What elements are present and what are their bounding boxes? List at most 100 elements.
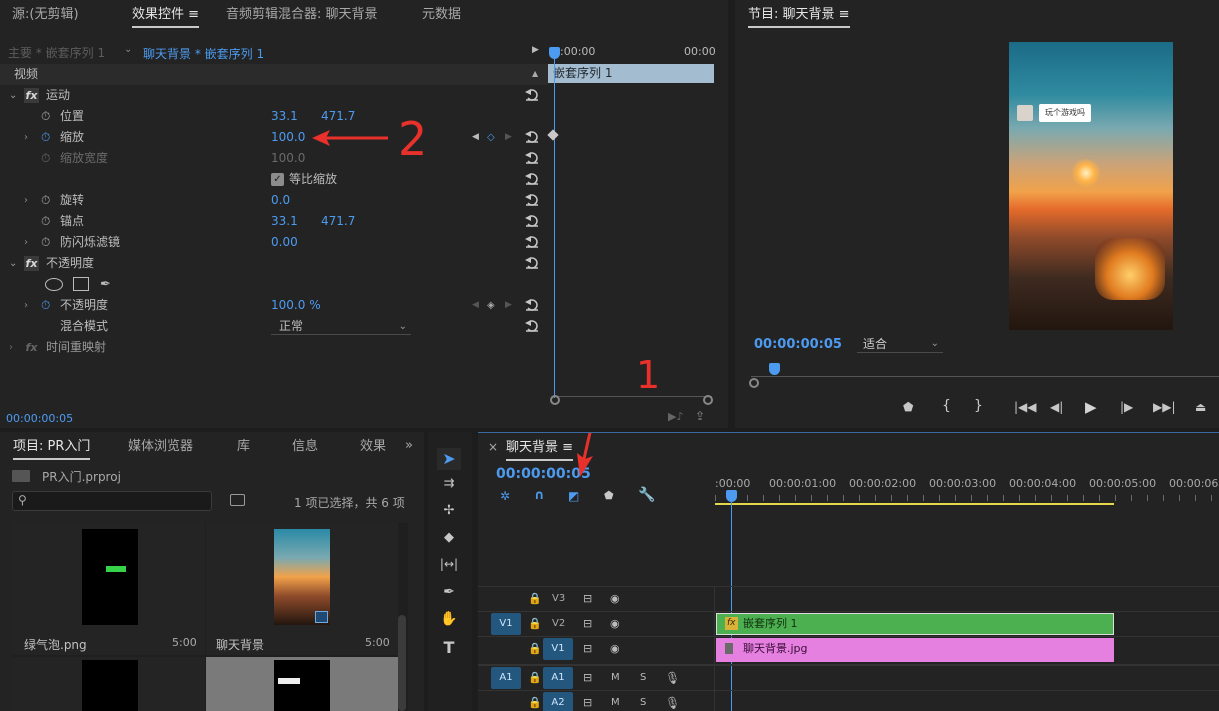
next-keyframe-icon[interactable]: ▶ bbox=[505, 295, 512, 316]
solo-button[interactable]: S bbox=[640, 666, 646, 690]
reset-icon[interactable] bbox=[525, 215, 539, 227]
master-clip-label[interactable]: 主要 * 嵌套序列 1 bbox=[8, 44, 105, 61]
snap-icon[interactable]: ∩ bbox=[534, 488, 545, 503]
prev-keyframe-icon[interactable]: ◀ bbox=[472, 127, 479, 148]
mini-playhead[interactable] bbox=[554, 52, 555, 398]
motion-row[interactable]: ⌄ fx 运动 bbox=[0, 85, 548, 106]
clip-nested-sequence[interactable]: fx 嵌套序列 1 bbox=[716, 613, 1114, 635]
reset-icon[interactable] bbox=[525, 89, 539, 101]
scroll-handle-left[interactable] bbox=[749, 378, 759, 388]
eye-icon[interactable]: ◉ bbox=[610, 612, 620, 636]
stopwatch-icon[interactable]: ⏱ bbox=[41, 106, 50, 127]
ellipse-mask-icon[interactable] bbox=[45, 278, 63, 291]
checkbox-checked-icon[interactable]: ✓ bbox=[271, 173, 284, 186]
effect-timecode[interactable]: 00:00:00:05 bbox=[6, 412, 73, 425]
lock-icon[interactable]: 🔒 bbox=[528, 691, 542, 711]
stopwatch-active-icon[interactable]: ⏱ bbox=[41, 127, 50, 148]
play-icon[interactable]: ▶ bbox=[1085, 398, 1097, 416]
mini-keyframe-marker[interactable] bbox=[547, 129, 559, 141]
expand-icon[interactable]: ⌄ bbox=[9, 85, 17, 106]
stopwatch-active-icon[interactable]: ⏱ bbox=[41, 295, 50, 316]
hand-tool-icon[interactable]: ✋ bbox=[437, 611, 461, 627]
timeline-ruler[interactable]: :00:00 00:00:01:00 00:00:02:00 00:00:03:… bbox=[715, 473, 1219, 505]
add-marker-icon[interactable]: ⬟ bbox=[903, 400, 913, 414]
source-patch-a1[interactable]: A1 bbox=[491, 667, 521, 689]
stopwatch-icon[interactable]: ⏱ bbox=[41, 190, 50, 211]
sync-lock-icon[interactable]: ⊟ bbox=[583, 612, 592, 636]
expand-icon[interactable]: › bbox=[24, 127, 28, 148]
expand-icon[interactable]: › bbox=[24, 190, 28, 211]
add-keyframe-icon[interactable]: ◇ bbox=[487, 127, 495, 148]
opacity-row[interactable]: › ⏱ 不透明度 100.0 % ◀ ◈ ▶ bbox=[0, 295, 548, 316]
expand-icon[interactable]: › bbox=[9, 337, 13, 358]
more-panels-icon[interactable]: » bbox=[405, 438, 413, 453]
stopwatch-icon[interactable]: ⏱ bbox=[41, 232, 50, 253]
track-target-v1[interactable]: V1 bbox=[543, 638, 573, 660]
new-bin-search-icon[interactable] bbox=[230, 494, 245, 506]
solo-button[interactable]: S bbox=[640, 691, 646, 711]
anchor-x-value[interactable]: 33.1 bbox=[271, 211, 298, 232]
microphone-icon[interactable]: 🎙 bbox=[665, 691, 680, 711]
tab-audio-mixer[interactable]: 音频剪辑混合器: 聊天背景 bbox=[226, 0, 378, 30]
tab-library[interactable]: 库 bbox=[237, 432, 250, 462]
scroll-handle-left[interactable] bbox=[550, 395, 560, 405]
rotation-value[interactable]: 0.0 bbox=[271, 190, 290, 211]
flicker-row[interactable]: › ⏱ 防闪烁滤镜 0.00 bbox=[0, 232, 548, 253]
search-input[interactable]: ⚲ bbox=[12, 491, 212, 511]
project-item-green-bubble[interactable]: 绿气泡.png 5:00 bbox=[13, 523, 205, 655]
scroll-handle-right[interactable] bbox=[703, 395, 713, 405]
opacity-group-row[interactable]: ⌄ fx 不透明度 bbox=[0, 253, 548, 274]
eye-icon[interactable]: ◉ bbox=[610, 587, 620, 611]
project-scrollbar[interactable] bbox=[398, 615, 406, 711]
lock-icon[interactable]: 🔒 bbox=[528, 587, 542, 611]
go-to-in-icon[interactable]: |◀◀ bbox=[1014, 400, 1037, 414]
mute-button[interactable]: M bbox=[611, 691, 620, 711]
rotation-row[interactable]: › ⏱ 旋转 0.0 bbox=[0, 190, 548, 211]
fx-icon[interactable]: fx bbox=[24, 256, 39, 271]
program-playhead[interactable] bbox=[769, 363, 780, 375]
reset-icon[interactable] bbox=[525, 257, 539, 269]
expand-icon[interactable]: › bbox=[24, 295, 28, 316]
program-monitor-title[interactable]: 节目: 聊天背景 ≡ bbox=[748, 0, 850, 30]
selection-tool-icon[interactable]: ➤ bbox=[437, 448, 461, 470]
expand-icon[interactable]: › bbox=[24, 232, 28, 253]
pen-tool-icon[interactable]: ✒ bbox=[437, 584, 461, 600]
rectangle-mask-icon[interactable] bbox=[73, 277, 89, 291]
chevron-down-icon[interactable]: ⌄ bbox=[124, 44, 132, 55]
mark-in-icon[interactable]: { bbox=[942, 398, 951, 414]
next-keyframe-icon[interactable]: ▶ bbox=[505, 127, 512, 148]
position-row[interactable]: ⏱ 位置 33.1 471.7 bbox=[0, 106, 548, 127]
eye-icon[interactable]: ◉ bbox=[610, 637, 620, 661]
reset-icon[interactable] bbox=[525, 299, 539, 311]
mute-button[interactable]: M bbox=[611, 666, 620, 690]
clip-label[interactable]: 聊天背景 * 嵌套序列 1 bbox=[143, 45, 264, 62]
step-back-icon[interactable]: ◀| bbox=[1050, 400, 1063, 414]
tab-info[interactable]: 信息 bbox=[292, 432, 318, 462]
lock-icon[interactable]: 🔒 bbox=[528, 637, 542, 661]
play-only-icon[interactable]: ▶ bbox=[532, 45, 539, 55]
position-x-value[interactable]: 33.1 bbox=[271, 106, 298, 127]
mini-playhead-head[interactable] bbox=[549, 47, 560, 59]
slip-tool-icon[interactable]: |↔| bbox=[437, 557, 461, 571]
track-target-a2[interactable]: A2 bbox=[543, 692, 573, 711]
add-marker-icon[interactable]: ⬟ bbox=[604, 489, 614, 502]
go-to-out-icon[interactable]: ▶▶| bbox=[1153, 400, 1176, 414]
anchor-y-value[interactable]: 471.7 bbox=[321, 211, 355, 232]
reset-icon[interactable] bbox=[525, 320, 539, 332]
settings-wrench-icon[interactable]: 🔧 bbox=[638, 487, 655, 503]
fit-select[interactable]: 适合 ⌄ bbox=[857, 335, 943, 353]
tab-metadata[interactable]: 元数据 bbox=[422, 0, 461, 30]
source-patch-v1[interactable]: V1 bbox=[491, 613, 521, 635]
blend-mode-row[interactable]: 混合模式 正常 ⌄ bbox=[0, 316, 548, 337]
mark-out-icon[interactable]: } bbox=[974, 398, 983, 414]
type-tool-icon[interactable]: T bbox=[437, 638, 461, 657]
timeline-tab[interactable]: 聊天背景 ≡ bbox=[506, 433, 574, 463]
reset-icon[interactable] bbox=[525, 152, 539, 164]
lift-icon[interactable]: ⏏ bbox=[1195, 400, 1206, 414]
opacity-value[interactable]: 100.0 % bbox=[271, 295, 321, 316]
sync-lock-icon[interactable]: ⊟ bbox=[583, 691, 592, 711]
close-timeline-icon[interactable]: × bbox=[488, 440, 498, 454]
track-target-a1[interactable]: A1 bbox=[543, 667, 573, 689]
program-video-frame[interactable]: 玩个游戏吗 bbox=[1009, 42, 1173, 330]
sync-lock-icon[interactable]: ⊟ bbox=[583, 637, 592, 661]
